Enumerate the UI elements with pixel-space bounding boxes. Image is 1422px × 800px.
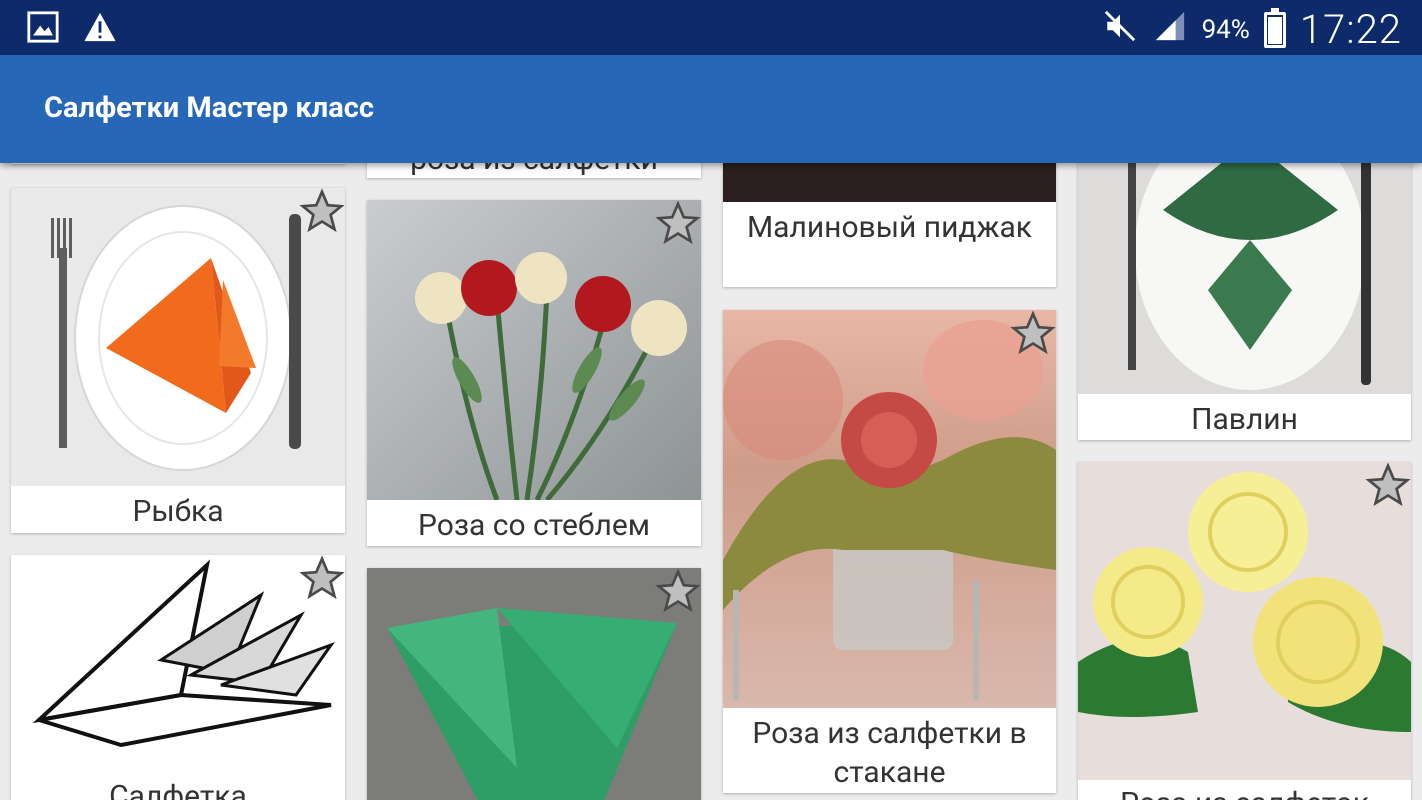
card-caption: Павлин [1191,402,1298,437]
favorite-star-icon[interactable] [1010,310,1056,356]
card-salfetka[interactable]: Салфетка [11,555,345,800]
favorite-star-icon[interactable] [299,555,345,601]
favorite-star-icon[interactable] [299,188,345,234]
card-image [11,555,345,773]
app-title: Салфетки Мастер класс [44,91,374,125]
favorite-star-icon[interactable] [655,568,701,614]
card-image [11,188,345,486]
card-image [1078,462,1411,780]
card-image [367,200,701,500]
app-bar: Салфетки Мастер класс [0,55,1422,163]
card-rose-stem[interactable]: Роза со стеблем [367,200,701,546]
signal-icon [1152,9,1188,50]
card-green[interactable] [367,568,701,800]
card-caption: Салфетка [109,779,247,800]
favorite-star-icon[interactable] [1365,462,1411,508]
card-yellow-roses[interactable]: Роза из салфеток [1078,462,1411,800]
card-rose-glass[interactable]: Роза из салфетки в стакане [723,310,1056,793]
card-peacock[interactable]: Павлин [1078,120,1411,440]
clock: 17:22 [1299,6,1402,53]
favorite-star-icon[interactable] [655,200,701,246]
card-image [723,310,1056,708]
card-fish[interactable]: Рыбка [11,188,345,533]
battery-percent: 94% [1201,14,1250,45]
battery-icon [1263,7,1286,48]
card-image [367,568,701,800]
status-bar: 94% 17:22 [0,0,1422,55]
card-caption: Роза со стеблем [417,508,651,543]
card-caption: Малиновый пиджак [746,210,1033,245]
mute-icon [1102,9,1138,50]
card-caption: Роза из салфетки в стакане [752,716,1027,790]
image-notification-icon [26,10,60,48]
warning-icon [82,10,118,48]
card-caption: Рыбка [132,494,224,529]
card-caption: Роза из салфеток [1078,784,1411,800]
